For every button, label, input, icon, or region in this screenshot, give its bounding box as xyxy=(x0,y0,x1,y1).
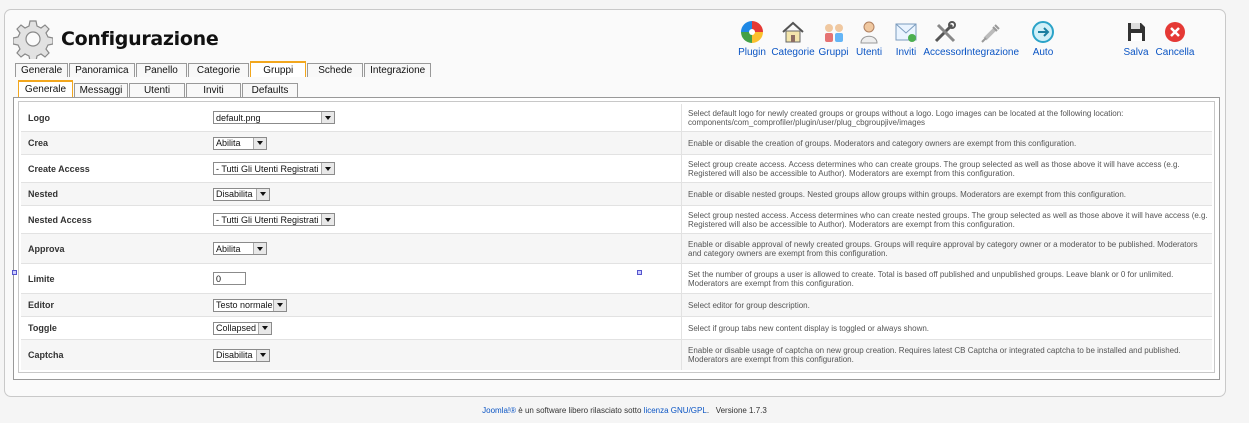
tab-generale[interactable]: Generale xyxy=(15,63,69,77)
nested-select[interactable]: Disabilita xyxy=(213,187,270,201)
tools-icon xyxy=(934,21,956,43)
tab-panoramica[interactable]: Panoramica xyxy=(69,63,135,77)
cancel-icon xyxy=(1165,22,1185,42)
row-toggle: Toggle Collapsed Select if group tabs ne… xyxy=(21,317,1212,340)
save-icon xyxy=(1128,23,1145,41)
row-captcha: Captcha Disabilita Enable or disable usa… xyxy=(21,340,1212,370)
plugin-button[interactable]: Plugin xyxy=(735,19,769,58)
chevron-down-icon xyxy=(273,299,286,311)
joomla-link[interactable]: Joomla!® xyxy=(482,406,516,415)
tab-integrazione[interactable]: Integrazione xyxy=(364,63,432,77)
captcha-select[interactable]: Disabilita xyxy=(213,348,270,362)
tab-schede[interactable]: Schede xyxy=(307,63,364,77)
toggle-select[interactable]: Collapsed xyxy=(213,321,272,335)
tab-categorie[interactable]: Categorie xyxy=(187,63,250,77)
crea-select[interactable]: Abilita xyxy=(213,136,267,150)
inviti-button[interactable]: Inviti xyxy=(888,19,924,58)
page-title: Configurazione xyxy=(61,28,219,50)
row-description: Select default logo for newly created gr… xyxy=(688,108,1124,127)
row-editor: Editor Testo normale Select editor for g… xyxy=(21,294,1212,317)
tab-panello[interactable]: Panello xyxy=(135,63,187,77)
gear-icon xyxy=(13,20,53,59)
refresh-icon xyxy=(1032,21,1054,43)
chevron-down-icon xyxy=(256,349,269,361)
subtab-generale[interactable]: Generale xyxy=(18,80,73,97)
row-nested: Nested Disabilita Enable or disable nest… xyxy=(21,183,1212,206)
main-tabs: Generale Panoramica Panello Categorie Gr… xyxy=(15,61,432,77)
plug-icon xyxy=(980,24,1000,43)
row-label: Logo xyxy=(28,112,50,123)
settings-table: Logo default.png Select default logo for… xyxy=(18,101,1215,373)
users-group-icon xyxy=(824,24,843,42)
row-approva: Approva Abilita Enable or disable approv… xyxy=(21,234,1212,264)
home-icon xyxy=(782,21,804,43)
sub-tabs: Generale Messaggi Utenti Inviti Defaults xyxy=(18,80,299,97)
accessori-button[interactable]: Accessori xyxy=(923,19,967,58)
toolbar: Plugin Categorie Gruppi Utenti Inviti Ac… xyxy=(735,19,1197,58)
chevron-down-icon xyxy=(253,243,266,254)
salva-button[interactable]: Salva xyxy=(1119,19,1153,58)
chevron-down-icon xyxy=(258,322,271,334)
chevron-down-icon xyxy=(321,112,334,123)
chevron-down-icon xyxy=(321,163,334,174)
footer: Joomla!® è un software libero rilasciato… xyxy=(482,406,767,415)
subtab-messaggi[interactable]: Messaggi xyxy=(74,83,128,97)
subtab-defaults[interactable]: Defaults xyxy=(242,83,298,97)
chevron-down-icon xyxy=(321,214,334,225)
settings-panel: Logo default.png Select default logo for… xyxy=(13,97,1220,380)
page-header: Configurazione xyxy=(13,15,219,63)
row-create-access: Create Access - Tutti Gli Utenti Registr… xyxy=(21,155,1212,183)
editor-select[interactable]: Testo normale xyxy=(213,298,287,312)
tab-gruppi[interactable]: Gruppi xyxy=(250,61,307,77)
chevron-down-icon xyxy=(253,137,266,149)
row-nested-access: Nested Access - Tutti Gli Utenti Registr… xyxy=(21,206,1212,234)
subtab-utenti[interactable]: Utenti xyxy=(129,83,185,97)
auto-button[interactable]: Auto xyxy=(1017,19,1069,58)
chevron-down-icon xyxy=(256,188,269,200)
categorie-button[interactable]: Categorie xyxy=(769,19,817,58)
utenti-button[interactable]: Utenti xyxy=(850,19,888,58)
user-icon xyxy=(860,21,878,44)
resize-handle-left[interactable] xyxy=(12,270,17,275)
row-crea: Crea Abilita Enable or disable the creat… xyxy=(21,132,1212,155)
nested-access-select[interactable]: - Tutti Gli Utenti Registrati xyxy=(213,213,335,226)
row-limite: Limite Set the number of groups a user i… xyxy=(21,264,1212,294)
gruppi-button[interactable]: Gruppi xyxy=(817,19,850,58)
invite-icon xyxy=(895,23,917,42)
approva-select[interactable]: Abilita xyxy=(213,242,267,255)
plugin-icon xyxy=(741,21,763,43)
create-access-select[interactable]: - Tutti Gli Utenti Registrati xyxy=(213,162,335,175)
limite-input[interactable] xyxy=(213,272,246,285)
license-link[interactable]: licenza GNU/GPL xyxy=(644,406,707,415)
cancella-button[interactable]: Cancella xyxy=(1153,19,1197,58)
subtab-inviti[interactable]: Inviti xyxy=(186,83,241,97)
integrazione-button[interactable]: Integrazione xyxy=(964,19,1019,58)
resize-handle-center[interactable] xyxy=(637,270,642,275)
row-logo: Logo default.png Select default logo for… xyxy=(21,104,1212,132)
logo-select[interactable]: default.png xyxy=(213,111,335,124)
